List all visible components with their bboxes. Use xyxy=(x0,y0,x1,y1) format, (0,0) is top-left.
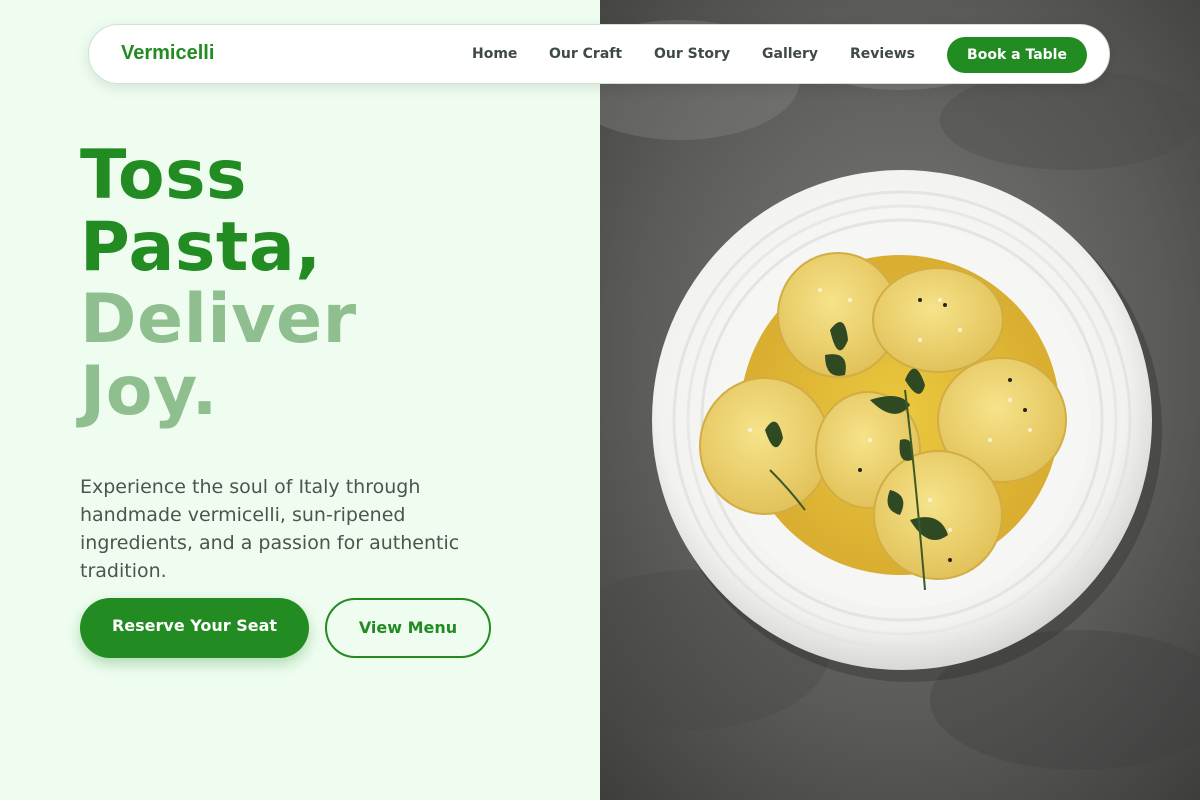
nav-link-our-story[interactable]: Our Story xyxy=(654,46,730,62)
nav-link-reviews[interactable]: Reviews xyxy=(850,46,915,62)
headline-line-4: Joy. xyxy=(80,352,218,431)
headline-line-1: Toss xyxy=(80,136,248,215)
hero-description: Experience the soul of Italy through han… xyxy=(80,476,460,582)
nav-link-home[interactable]: Home xyxy=(472,46,517,62)
headline-line-2: Pasta, xyxy=(80,208,322,287)
hero-image xyxy=(600,0,1200,800)
hero-headline: Toss Pasta, Deliver Joy. xyxy=(80,140,357,428)
brand-logo[interactable]: Vermicelli xyxy=(121,42,214,65)
book-table-button[interactable]: Book a Table xyxy=(947,37,1087,73)
landing-page: Vermicelli Home Our Craft Our Story Gall… xyxy=(0,0,1200,800)
top-navbar: Vermicelli Home Our Craft Our Story Gall… xyxy=(88,24,1110,84)
headline-line-3: Deliver xyxy=(80,280,357,359)
view-menu-button[interactable]: View Menu xyxy=(325,598,491,658)
reserve-seat-button[interactable]: Reserve Your Seat xyxy=(80,598,309,658)
nav-link-gallery[interactable]: Gallery xyxy=(762,46,818,62)
nav-link-our-craft[interactable]: Our Craft xyxy=(549,46,622,62)
